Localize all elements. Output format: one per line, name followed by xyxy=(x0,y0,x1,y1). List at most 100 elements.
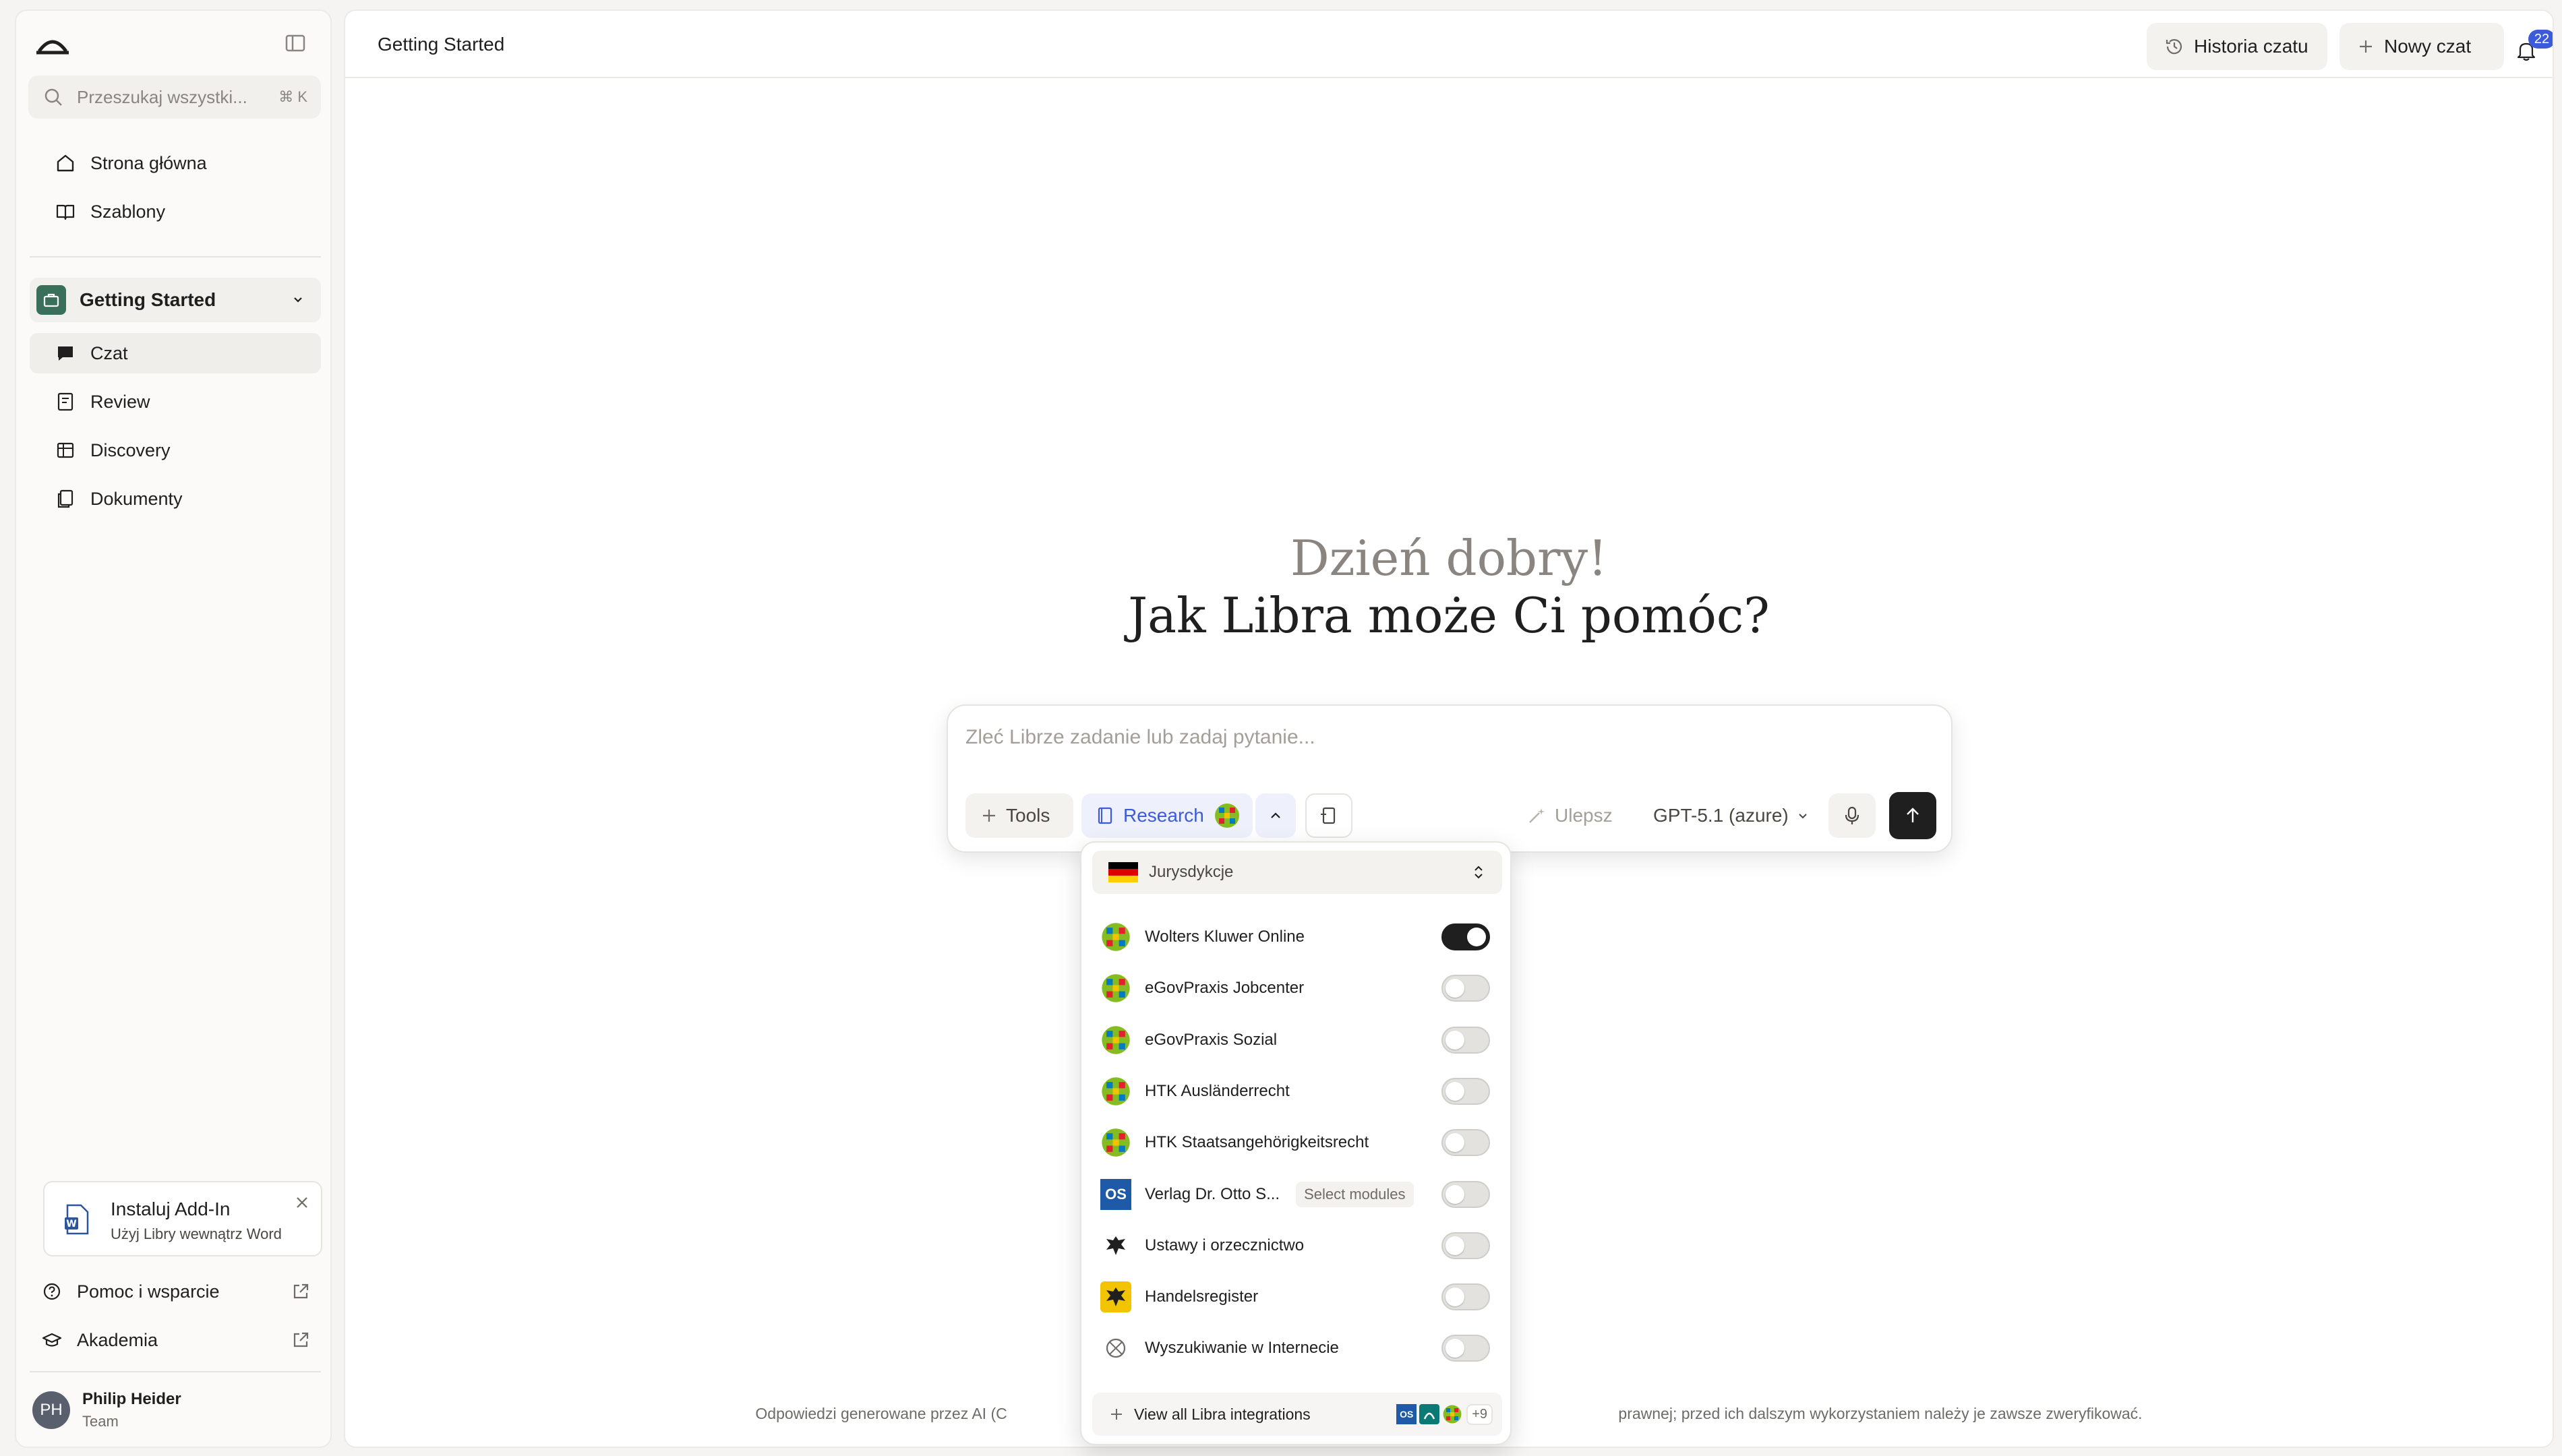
sidebar-item-chat[interactable]: Czat xyxy=(30,333,321,373)
sidebar-item-help[interactable]: Pomoc i wsparcie xyxy=(30,1271,321,1312)
sidebar-item-templates[interactable]: Szablony xyxy=(30,191,321,232)
wolters-kluwer-logo xyxy=(1100,921,1131,952)
user-profile[interactable]: PH Philip Heider Team xyxy=(32,1383,316,1437)
eagle-icon xyxy=(1100,1230,1131,1261)
germany-flag-icon xyxy=(1108,862,1138,882)
chat-input[interactable]: Zleć Librze zadanie lub zadaj pytanie... xyxy=(965,726,1315,749)
microphone-button[interactable] xyxy=(1828,793,1876,838)
new-chat-button[interactable]: Nowy czat xyxy=(2340,23,2504,70)
toggle-knob xyxy=(1446,1133,1464,1153)
model-label: GPT-5.1 (azure) xyxy=(1653,805,1789,826)
addin-title: Instaluj Add-In xyxy=(111,1199,231,1219)
jurisdiction-select[interactable]: Jurysdykcje xyxy=(1092,851,1502,894)
integration-row[interactable]: eGovPraxis Sozial xyxy=(1096,1014,1497,1066)
integration-row[interactable]: OS Verlag Dr. Otto S... Select modules xyxy=(1096,1169,1497,1220)
chevron-updown-icon xyxy=(1472,863,1485,881)
integration-name: Handelsregister xyxy=(1145,1287,1259,1306)
handelsregister-logo xyxy=(1100,1281,1131,1313)
sidebar-item-academy[interactable]: Akademia xyxy=(30,1320,321,1360)
integration-toggle[interactable] xyxy=(1441,1077,1490,1105)
addin-card[interactable]: W Instaluj Add-In Użyj Libry wewnątrz Wo… xyxy=(43,1181,322,1256)
sidebar-item-label: Czat xyxy=(90,342,128,363)
toggle-knob xyxy=(1446,1081,1464,1101)
documents-icon xyxy=(54,487,77,510)
addin-subtitle: Użyj Libry wewnątrz Word xyxy=(111,1225,282,1242)
integration-row[interactable]: Wyszukiwanie w Internecie xyxy=(1096,1323,1497,1374)
collapse-sidebar-icon[interactable] xyxy=(285,32,306,54)
wolters-kluwer-logo xyxy=(1100,1025,1131,1056)
svg-text:W: W xyxy=(66,1219,76,1230)
avatar: PH xyxy=(32,1391,70,1429)
integration-toggle[interactable] xyxy=(1441,975,1490,1002)
integration-toggle[interactable] xyxy=(1441,1129,1490,1157)
integration-row[interactable]: HTK Ausländerrecht xyxy=(1096,1066,1497,1117)
view-all-integrations-button[interactable]: View all Libra integrations OS +9 xyxy=(1092,1393,1502,1436)
tools-button[interactable]: Tools xyxy=(965,793,1073,838)
integration-name: HTK Staatsangehörigkeitsrecht xyxy=(1145,1133,1369,1152)
sidebar-item-review[interactable]: Review xyxy=(30,382,321,422)
user-role: Team xyxy=(82,1413,119,1430)
improve-label: Ulepsz xyxy=(1555,805,1613,826)
disclaimer-right: prawnej; przed ich dalszym wykorzystanie… xyxy=(1618,1405,2143,1422)
notifications-bell-icon[interactable]: 22 xyxy=(2503,27,2553,74)
send-button[interactable] xyxy=(1889,792,1936,839)
integration-name: Verlag Dr. Otto S... xyxy=(1145,1184,1280,1203)
libra-logo-icon[interactable] xyxy=(35,30,70,57)
sidebar-item-discovery[interactable]: Discovery xyxy=(30,430,321,471)
sidebar-item-label: Review xyxy=(90,391,150,412)
integration-toggle[interactable] xyxy=(1441,923,1490,950)
toggle-knob xyxy=(1467,928,1486,946)
toggle-knob xyxy=(1446,1236,1464,1255)
integration-toggle[interactable] xyxy=(1441,1180,1490,1208)
research-options-toggle[interactable] xyxy=(1255,793,1296,838)
help-icon xyxy=(40,1280,63,1303)
integration-row[interactable]: HTK Staatsangehörigkeitsrecht xyxy=(1096,1117,1497,1168)
integration-toggle[interactable] xyxy=(1441,1283,1490,1311)
integration-logos-stack: OS +9 xyxy=(1396,1403,1493,1425)
sidebar-item-documents[interactable]: Dokumenty xyxy=(30,479,321,519)
magic-wand-icon xyxy=(1526,806,1547,826)
workspace-selector[interactable]: Getting Started xyxy=(30,278,321,322)
select-modules-button[interactable]: Select modules xyxy=(1296,1181,1414,1207)
search-input[interactable]: Przeszukaj wszystki... xyxy=(77,87,278,108)
chat-icon xyxy=(54,342,77,365)
wolters-kluwer-logo xyxy=(1100,1127,1131,1158)
wolters-kluwer-logo xyxy=(1100,1076,1131,1107)
sidebar-item-label: Pomoc i wsparcie xyxy=(77,1281,220,1302)
greeting-line-1: Dzień dobry! xyxy=(1290,530,1608,586)
review-icon xyxy=(54,390,77,413)
close-icon[interactable] xyxy=(294,1194,310,1211)
search-box[interactable]: Przeszukaj wszystki... ⌘ K xyxy=(28,75,321,119)
model-selector[interactable]: GPT-5.1 (azure) xyxy=(1642,793,1818,838)
arrow-up-icon xyxy=(1903,806,1922,825)
integration-name: eGovPraxis Sozial xyxy=(1145,1030,1278,1049)
toggle-knob xyxy=(1446,979,1464,998)
integration-row[interactable]: Wolters Kluwer Online xyxy=(1096,911,1497,963)
history-icon xyxy=(2164,36,2184,57)
improve-prompt-button[interactable]: Ulepsz xyxy=(1521,793,1629,838)
research-label: Research xyxy=(1123,805,1204,826)
research-button[interactable]: Research xyxy=(1081,793,1253,838)
integration-name: eGovPraxis Jobcenter xyxy=(1145,979,1305,998)
attach-document-button[interactable] xyxy=(1305,793,1352,838)
integration-row[interactable]: eGovPraxis Jobcenter xyxy=(1096,963,1497,1014)
more-integrations-count: +9 xyxy=(1466,1403,1493,1425)
otto-schmidt-logo: OS xyxy=(1396,1404,1417,1424)
chat-history-button[interactable]: Historia czatu xyxy=(2147,23,2327,70)
plus-icon xyxy=(2357,38,2375,55)
history-label: Historia czatu xyxy=(2194,36,2308,57)
integration-row[interactable]: Ustawy i orzecznictwo xyxy=(1096,1220,1497,1271)
integration-name: HTK Ausländerrecht xyxy=(1145,1081,1290,1100)
sidebar-item-label: Szablony xyxy=(90,201,166,222)
integration-name: Wolters Kluwer Online xyxy=(1145,928,1305,946)
integration-toggle[interactable] xyxy=(1441,1335,1490,1362)
integration-row[interactable]: Handelsregister xyxy=(1096,1271,1497,1323)
header-divider xyxy=(345,77,2553,78)
toggle-knob xyxy=(1446,1184,1464,1204)
integration-toggle[interactable] xyxy=(1441,1232,1490,1259)
new-chat-label: Nowy czat xyxy=(2384,36,2472,57)
briefcase-icon xyxy=(36,285,66,315)
sidebar-item-home[interactable]: Strona główna xyxy=(30,143,321,183)
sidebar-item-label: Discovery xyxy=(90,439,171,460)
integration-toggle[interactable] xyxy=(1441,1026,1490,1054)
